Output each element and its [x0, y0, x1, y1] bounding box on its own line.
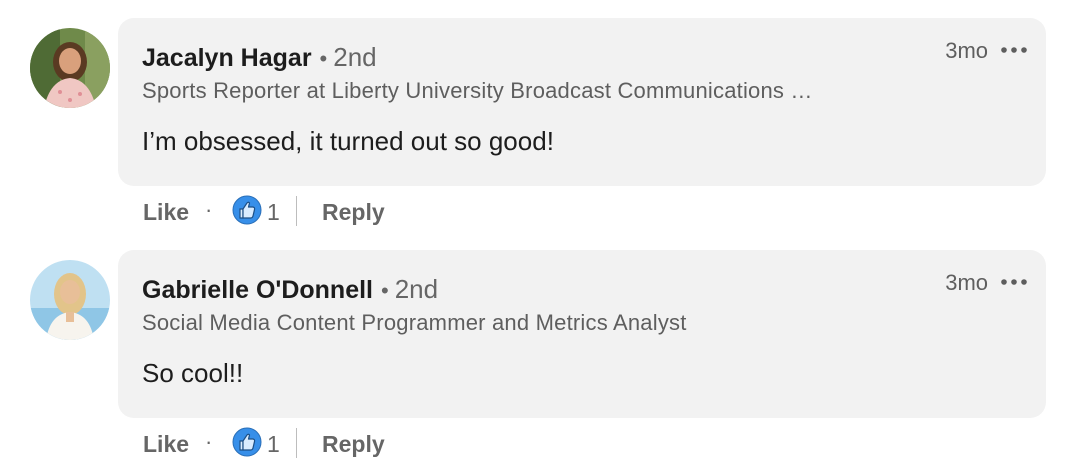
avatar[interactable] — [30, 260, 110, 340]
comment-text: So cool!! — [142, 358, 244, 388]
avatar-photo — [30, 260, 110, 340]
more-horizontal-icon[interactable] — [1000, 272, 1028, 292]
action-separator: · — [205, 429, 213, 454]
author-headline: Social Media Content Programmer and Metr… — [142, 310, 687, 335]
more-horizontal-icon[interactable] — [1000, 40, 1028, 60]
comment-author-line: Jacalyn Hagar • 2nd — [142, 42, 377, 73]
comment-text: I’m obsessed, it turned out so good! — [142, 126, 554, 156]
avatar-photo — [30, 28, 110, 108]
reply-button[interactable]: Reply — [322, 199, 385, 226]
action-divider — [296, 428, 297, 458]
degree-bullet: • — [319, 46, 328, 71]
avatar[interactable] — [30, 28, 110, 108]
like-reaction-icon[interactable] — [232, 427, 262, 457]
like-button[interactable]: Like — [143, 199, 189, 226]
action-separator: · — [205, 197, 213, 222]
like-reaction-icon[interactable] — [232, 195, 262, 225]
comment-bubble: Jacalyn Hagar • 2nd Sports Reporter at Lib… — [118, 18, 1046, 186]
comment-actions: Like · 1 Reply — [143, 427, 543, 467]
degree-bullet: • — [381, 278, 389, 303]
reaction-count[interactable]: 1 — [267, 199, 280, 226]
comment-actions: Like · 1 Reply — [143, 195, 543, 235]
action-divider — [296, 196, 297, 226]
like-button[interactable]: Like — [143, 431, 189, 458]
comment-author-line: Gabrielle O'Donnell • 2nd — [142, 274, 438, 305]
comment-bubble: Gabrielle O'Donnell • 2nd Social Media Con… — [118, 250, 1046, 418]
connection-degree: 2nd — [394, 274, 439, 304]
author-headline: Sports Reporter at Liberty University Br… — [142, 78, 813, 103]
comment-timestamp: 3mo — [945, 38, 988, 63]
connection-degree: 2nd — [333, 42, 377, 72]
author-name[interactable]: Jacalyn Hagar — [142, 44, 312, 72]
reply-button[interactable]: Reply — [322, 431, 385, 458]
author-name[interactable]: Gabrielle O'Donnell — [142, 276, 373, 304]
reaction-count[interactable]: 1 — [267, 431, 280, 458]
comment-timestamp: 3mo — [945, 270, 988, 295]
